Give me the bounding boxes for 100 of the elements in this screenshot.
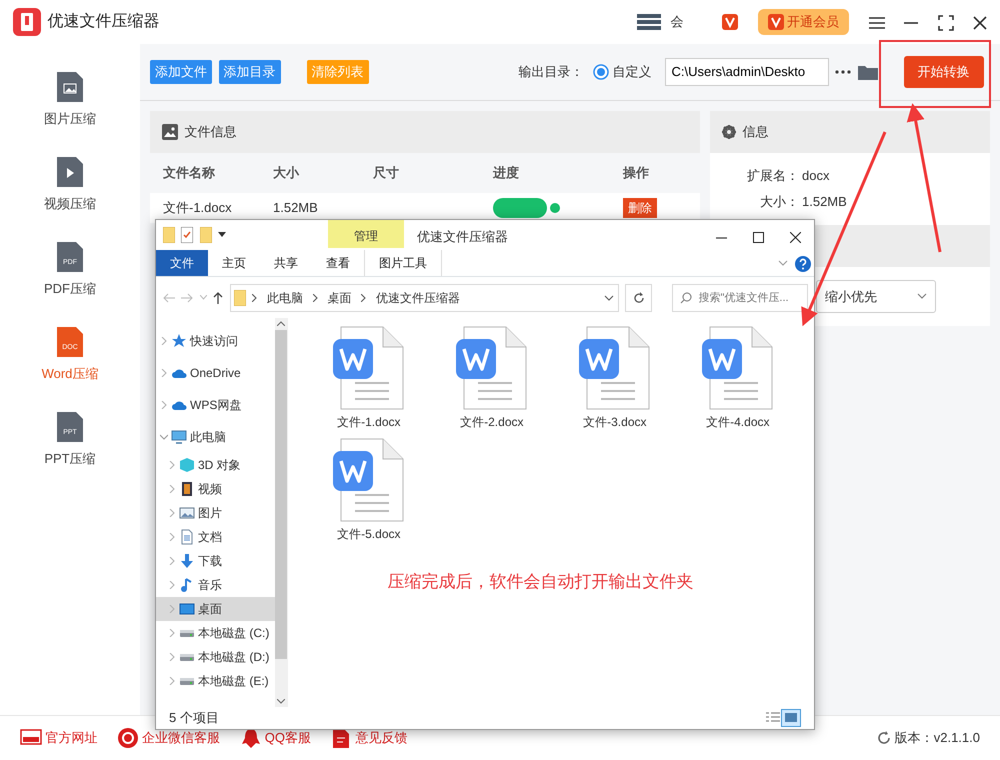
more-icon[interactable] — [835, 70, 851, 74]
file-item[interactable]: 文件-3.docx — [553, 324, 676, 430]
breadcrumb-item[interactable]: 此电脑 — [267, 288, 303, 306]
app-logo-icon — [13, 8, 41, 36]
fullscreen-icon[interactable] — [938, 14, 954, 31]
chevron-right-icon — [361, 294, 366, 302]
chevron-right-icon[interactable] — [160, 368, 168, 376]
chevron-right-icon[interactable] — [160, 400, 168, 408]
breadcrumb-item[interactable]: 桌面 — [328, 288, 352, 306]
check-icon — [550, 203, 560, 213]
help-icon[interactable] — [794, 256, 811, 272]
star-icon — [171, 332, 187, 348]
picture-icon — [179, 504, 195, 520]
column-header: 操作 — [623, 164, 650, 182]
nav-item[interactable]: 视频 — [156, 476, 275, 500]
ribbon-tab[interactable]: 文件 — [156, 250, 208, 276]
breadcrumb-item[interactable]: 优速文件压缩器 — [376, 288, 460, 306]
chevron-down-icon[interactable] — [200, 295, 206, 300]
chevron-right-icon[interactable] — [168, 556, 176, 564]
chevron-right-icon[interactable] — [168, 652, 176, 660]
maximize-icon[interactable] — [753, 232, 764, 243]
nav-item[interactable]: 音乐 — [156, 572, 275, 596]
mode-dropdown[interactable]: 缩小优先 — [816, 280, 936, 313]
film-icon — [179, 480, 195, 496]
checklist-icon[interactable] — [181, 226, 193, 242]
start-button[interactable]: 开始转换 — [904, 56, 984, 88]
nav-item[interactable]: WPS网盘 — [156, 388, 275, 420]
search-field[interactable]: 搜索"优速文件压... — [672, 284, 808, 312]
folder-icon[interactable] — [858, 64, 878, 80]
window-title: 优速文件压缩器 — [417, 228, 508, 246]
address-bar[interactable]: 此电脑 桌面 优速文件压缩器 — [230, 284, 618, 312]
nav-item[interactable]: 文档 — [156, 524, 275, 548]
chevron-right-icon[interactable] — [168, 508, 176, 516]
file-item[interactable]: 文件-4.docx — [676, 324, 800, 430]
scroll-up-icon[interactable] — [277, 321, 286, 326]
chevron-down-icon — [604, 294, 614, 300]
status-text: 5 个项目 — [169, 709, 219, 728]
path-field[interactable]: C:\Users\admin\Deskto — [664, 58, 828, 86]
field-label: 扩展名： — [746, 167, 800, 185]
menu-icon[interactable] — [868, 16, 884, 30]
chevron-right-icon[interactable] — [160, 336, 168, 344]
footer-link[interactable]: 官方网址 — [20, 728, 98, 748]
footer-link[interactable]: 意见反馈 — [330, 728, 408, 748]
refresh-button[interactable] — [625, 284, 652, 312]
field-value: docx — [802, 167, 830, 185]
sidebar-item[interactable]: 图片压缩 — [0, 57, 140, 142]
forward-icon[interactable] — [181, 292, 193, 302]
chevron-down-icon[interactable] — [778, 260, 788, 266]
nav-item[interactable]: 此电脑 — [156, 420, 275, 452]
document-icon — [179, 528, 195, 544]
file-item[interactable]: 文件-5.docx — [307, 437, 430, 543]
chevron-right-icon[interactable] — [168, 628, 176, 636]
scrollbar[interactable] — [274, 318, 288, 707]
footer-link[interactable]: QQ客服 — [240, 728, 311, 748]
chevron-right-icon[interactable] — [168, 676, 176, 684]
nav-item[interactable]: 桌面 — [156, 596, 275, 620]
table-cell-text: 文件-1.docx — [163, 199, 233, 218]
nav-item[interactable]: OneDrive — [156, 356, 275, 388]
footer-link[interactable]: 企业微信客服 — [116, 728, 220, 748]
file-item[interactable]: 文件-1.docx — [307, 324, 430, 430]
delete-button[interactable]: 删除 — [623, 198, 657, 218]
sidebar-item[interactable]: 视频压缩 — [0, 142, 140, 227]
app-title: 优速文件压缩器 — [48, 12, 160, 32]
download-icon — [179, 552, 195, 568]
radio-option[interactable]: 自定义 — [593, 62, 652, 82]
chevron-right-icon[interactable] — [168, 580, 176, 588]
nav-item[interactable]: 图片 — [156, 500, 275, 524]
field-value: 1.52MB — [802, 193, 847, 211]
table-cell-text: 1.52MB — [273, 199, 319, 218]
nav-item[interactable]: 本地磁盘 (E:) — [156, 668, 275, 692]
nav-item[interactable]: 快速访问 — [156, 324, 275, 356]
chevron-right-icon[interactable] — [168, 484, 176, 492]
close-icon[interactable] — [790, 232, 801, 243]
ribbon-tab[interactable]: 图片工具 — [364, 250, 442, 276]
large-icons-view-icon[interactable] — [781, 709, 801, 727]
person-icon — [240, 728, 262, 748]
nav-item[interactable]: 本地磁盘 (C:) — [156, 620, 275, 644]
nav-item[interactable]: 下载 — [156, 548, 275, 572]
column-header: 文件名称 — [163, 164, 216, 182]
radio-icon[interactable] — [593, 64, 610, 80]
dropdown-icon[interactable] — [218, 232, 226, 238]
chevron-right-icon — [252, 294, 258, 302]
chevron-down-icon[interactable] — [160, 432, 168, 440]
nav-item[interactable]: 本地磁盘 (D:) — [156, 644, 275, 668]
up-icon[interactable] — [213, 292, 223, 304]
annotation-text: 压缩完成后，软件会自动打开输出文件夹 — [386, 571, 695, 593]
chevron-right-icon[interactable] — [168, 460, 176, 468]
field-label: 大小： — [758, 193, 800, 211]
vip-icon — [768, 14, 784, 30]
web-icon — [20, 728, 42, 748]
close-icon[interactable] — [973, 16, 987, 30]
back-icon[interactable] — [162, 292, 174, 302]
file-item[interactable]: 文件-2.docx — [430, 324, 554, 430]
panel-title: 文件信息 — [184, 123, 236, 142]
scrollbar-thumb[interactable] — [275, 330, 288, 659]
context-tab[interactable]: 管理 — [328, 220, 404, 248]
chevron-right-icon[interactable] — [168, 532, 176, 540]
column-header: 进度 — [493, 164, 520, 182]
chevron-right-icon[interactable] — [168, 604, 176, 612]
nav-item[interactable]: 3D 对象 — [156, 452, 275, 476]
